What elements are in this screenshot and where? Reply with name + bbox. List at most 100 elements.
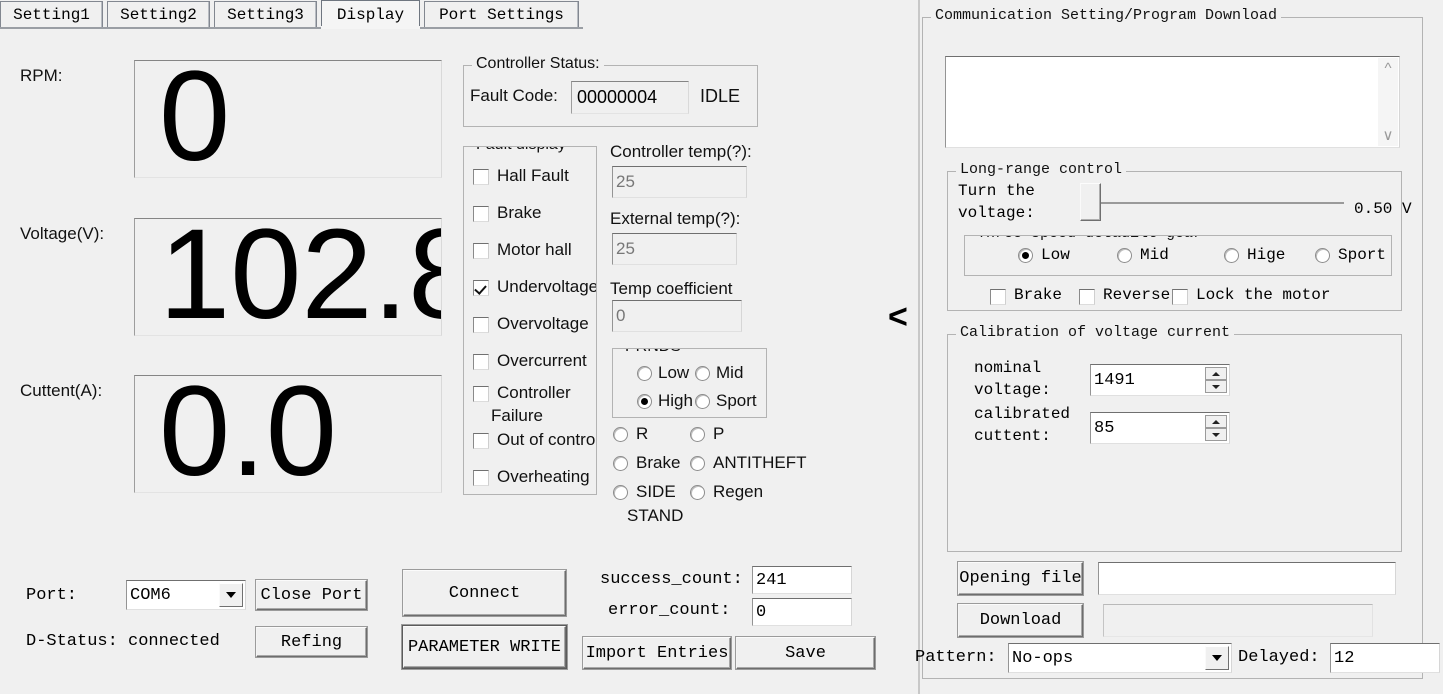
pattern-select-arrow-button[interactable] — [1205, 646, 1229, 670]
connect-button[interactable]: Connect — [403, 570, 566, 616]
tab-display[interactable]: Display — [321, 0, 420, 28]
download-button[interactable]: Download — [958, 604, 1083, 637]
collapse-panel-chevron-icon[interactable]: < — [888, 300, 908, 334]
label-state-brake: Brake — [636, 453, 681, 472]
file-path-input[interactable] — [1098, 562, 1396, 595]
current-label: Cuttent(A): — [20, 381, 103, 400]
tab-port-settings[interactable]: Port Settings — [424, 1, 579, 27]
scroll-up-icon[interactable]: ^ — [1384, 58, 1391, 79]
radio-speed-mid[interactable] — [1117, 248, 1132, 263]
panel-divider — [918, 0, 920, 694]
checkbox-lr-reverse[interactable] — [1079, 289, 1095, 305]
nominal-voltage-increment[interactable] — [1205, 367, 1227, 380]
label-gear-high: High — [658, 391, 693, 410]
nominal-voltage-label-line1: nominal — [974, 359, 1042, 377]
label-motor-hall: Motor hall — [497, 240, 572, 259]
fault-code-value: 00000004 — [571, 81, 689, 114]
fault-display-title: Fault display — [472, 147, 570, 154]
turn-voltage-label-line1: Turn the — [958, 182, 1035, 200]
radio-gear-mid[interactable] — [695, 366, 710, 381]
dstatus-label: D-Status: connected — [26, 632, 220, 651]
refing-button[interactable]: Refing — [256, 627, 367, 657]
turn-voltage-label-line2: voltage: — [958, 204, 1035, 222]
controller-status-title: Controller Status: — [472, 55, 604, 73]
radio-gear-high[interactable] — [637, 394, 652, 409]
scroll-down-icon[interactable]: ∨ — [1383, 125, 1394, 146]
tab-setting2[interactable]: Setting2 — [107, 1, 210, 27]
turn-voltage-slider[interactable] — [1080, 181, 1350, 225]
parameter-write-button[interactable]: PARAMETER WRITE — [403, 626, 566, 668]
port-select[interactable]: COM6 — [126, 580, 246, 610]
pattern-select[interactable]: No-ops — [1008, 643, 1232, 673]
fault-code-label: Fault Code: — [470, 86, 558, 105]
success-count-value: 241 — [752, 566, 852, 594]
triangle-up-icon — [1212, 371, 1220, 376]
label-gear-mid: Mid — [716, 363, 744, 382]
save-button[interactable]: Save — [736, 637, 875, 669]
calibrated-current-decrement[interactable] — [1205, 428, 1227, 441]
tab-setting1[interactable]: Setting1 — [0, 1, 103, 27]
checkbox-overcurrent[interactable] — [473, 354, 489, 370]
triangle-down-icon-2 — [1212, 432, 1220, 437]
three-speed-gear-title: Three speed detauilt gear — [973, 236, 1207, 242]
radio-gear-sport[interactable] — [695, 394, 710, 409]
tab-bar: Setting1 Setting2 Setting3 Display Port … — [0, 0, 583, 28]
nominal-voltage-decrement[interactable] — [1205, 380, 1227, 393]
calibrated-current-input[interactable]: 85 — [1090, 412, 1230, 444]
communication-log-scrollbar[interactable]: ^ ∨ — [1378, 58, 1398, 146]
chevron-down-icon — [226, 592, 236, 598]
radio-speed-low[interactable] — [1018, 248, 1033, 263]
radio-speed-sport[interactable] — [1315, 248, 1330, 263]
label-speed-low: Low — [1041, 246, 1070, 264]
label-lr-lock-motor: Lock the motor — [1196, 286, 1331, 304]
close-port-button[interactable]: Close Port — [256, 580, 367, 610]
communication-log[interactable]: ^ ∨ — [945, 56, 1400, 148]
label-overcurrent: Overcurrent — [497, 351, 587, 370]
pattern-label: Pattern: — [915, 648, 997, 667]
voltage-label: Voltage(V): — [20, 224, 105, 243]
error-count-value: 0 — [752, 598, 852, 626]
chevron-down-icon-2 — [1212, 655, 1222, 661]
slider-thumb[interactable] — [1080, 183, 1101, 221]
opening-file-button[interactable]: Opening file — [958, 562, 1083, 595]
radio-state-p[interactable] — [690, 427, 705, 442]
calibrated-current-stepper[interactable] — [1205, 415, 1227, 441]
three-speed-gear-group: Three speed detauilt gear Low Mid Hige S… — [964, 235, 1392, 276]
radio-state-antitheft[interactable] — [690, 456, 705, 471]
tab-strip-underline — [0, 27, 583, 29]
nominal-voltage-stepper[interactable] — [1205, 367, 1227, 393]
controller-state: IDLE — [700, 86, 741, 106]
radio-state-side-stand[interactable] — [613, 485, 628, 500]
radio-speed-hige[interactable] — [1224, 248, 1239, 263]
fault-display-group: Fault display Hall Fault Brake Motor hal… — [463, 146, 597, 495]
checkbox-out-of-control[interactable] — [473, 433, 489, 449]
checkbox-undervoltage[interactable] — [473, 280, 489, 296]
calibrated-current-label-line1: calibrated — [974, 405, 1071, 423]
checkbox-overvoltage[interactable] — [473, 317, 489, 333]
checkbox-lr-lock-motor[interactable] — [1172, 289, 1188, 305]
nominal-voltage-input[interactable]: 1491 — [1090, 364, 1230, 396]
nominal-voltage-value: 1491 — [1094, 370, 1135, 390]
import-entries-button[interactable]: Import Entries — [583, 637, 731, 669]
prnds-title: PRNDS — [621, 349, 686, 356]
tab-setting3[interactable]: Setting3 — [214, 1, 317, 27]
port-select-arrow-button[interactable] — [219, 583, 243, 607]
radio-state-brake[interactable] — [613, 456, 628, 471]
calibrated-current-increment[interactable] — [1205, 415, 1227, 428]
radio-state-r[interactable] — [613, 427, 628, 442]
delayed-input[interactable]: 12 — [1330, 643, 1440, 673]
checkbox-controller-failure[interactable] — [473, 386, 489, 402]
radio-gear-low[interactable] — [637, 366, 652, 381]
controller-status-group: Controller Status: Fault Code: 00000004 … — [463, 55, 758, 127]
radio-state-regen[interactable] — [690, 485, 705, 500]
checkbox-hall-fault[interactable] — [473, 169, 489, 185]
checkbox-lr-brake[interactable] — [990, 289, 1006, 305]
label-gear-low: Low — [658, 363, 690, 382]
port-select-value: COM6 — [130, 585, 171, 605]
checkbox-overheating[interactable] — [473, 470, 489, 486]
label-speed-hige: Hige — [1247, 246, 1286, 264]
label-lr-reverse-clip: Reverse — [1103, 286, 1171, 310]
label-brake: Brake — [497, 203, 542, 222]
checkbox-brake[interactable] — [473, 206, 489, 222]
checkbox-motor-hall[interactable] — [473, 243, 489, 259]
